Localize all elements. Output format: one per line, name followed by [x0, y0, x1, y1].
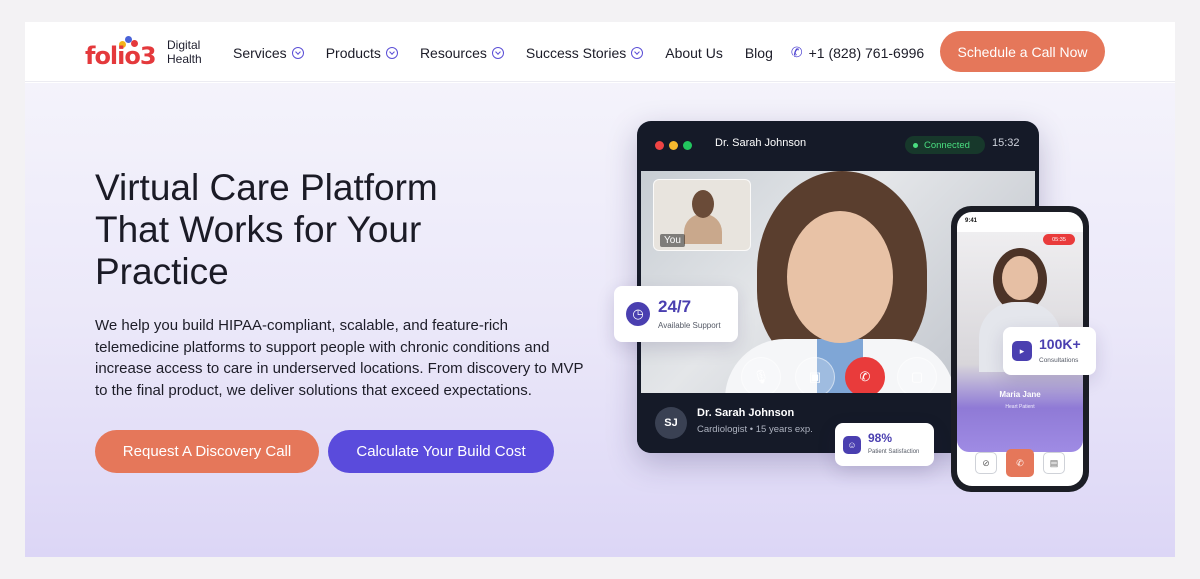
window-minimize-dot-icon: [669, 141, 678, 150]
chevron-down-icon: [385, 46, 398, 59]
hero-description: We help you build HIPAA-compliant, scala…: [95, 317, 584, 399]
window-maximize-dot-icon: [683, 141, 692, 150]
consultations-label: Consultations: [1039, 357, 1079, 364]
nav-item-products[interactable]: Products: [326, 44, 398, 61]
logo-subtitle: Digital Health: [167, 38, 202, 66]
main-nav: Services Products Resources Success Stor…: [233, 44, 924, 61]
support-label: Available Support: [658, 321, 721, 330]
support-value: 24/7: [658, 297, 692, 316]
nav-item-blog[interactable]: Blog: [745, 44, 773, 61]
patient-face: [1002, 256, 1038, 300]
mute-icon: ⊘: [982, 457, 990, 468]
logo-sub-line1: Digital: [167, 38, 201, 52]
chat-icon: ▤: [1049, 457, 1059, 468]
discovery-call-button[interactable]: Request A Discovery Call: [95, 430, 319, 473]
chevron-down-icon: [631, 46, 644, 59]
hero-section: Virtual Care Platform That Works for You…: [25, 83, 1175, 557]
consultations-value: 100K+: [1039, 336, 1081, 352]
footer-doctor-name: Dr. Sarah Johnson: [697, 407, 795, 419]
mic-icon: 🎙: [752, 369, 770, 384]
phone-hangup-icon: ✆: [1016, 457, 1024, 468]
call-timer: 15:32: [992, 137, 1020, 149]
self-head: [692, 190, 714, 218]
support-card: ◷ 24/7 Available Support: [614, 286, 738, 342]
mobile-time: 9:41: [965, 218, 978, 224]
call-doctor-name: Dr. Sarah Johnson: [715, 137, 807, 149]
site-header: folio3 Digital Health Services Products …: [25, 22, 1175, 82]
satisfaction-label: Patient Satisfaction: [868, 449, 920, 455]
patient-role: Heart Patient: [1005, 404, 1035, 410]
nav-item-success-stories[interactable]: Success Stories: [525, 44, 644, 61]
phone-hangup-icon: ✆: [859, 369, 871, 384]
logo-sub-line2: Health: [167, 52, 202, 66]
users-icon: ☺: [843, 436, 861, 454]
mobile-chat-button[interactable]: ▤: [1043, 452, 1065, 474]
hero-title-line3: Practice: [95, 251, 229, 292]
camera-icon: ▣: [808, 369, 822, 384]
nav-label: Success Stories: [525, 44, 627, 61]
consultations-card: ▸ 100K+ Consultations: [1003, 327, 1096, 375]
nav-label: Resources: [419, 44, 487, 61]
recording-badge: 05:35: [1043, 234, 1075, 245]
mobile-mute-button[interactable]: ⊘: [975, 452, 997, 474]
mobile-end-call-button[interactable]: ✆: [1006, 449, 1034, 477]
video-camera-icon: ▸: [1012, 341, 1032, 361]
avatar: SJ: [655, 407, 687, 439]
satisfaction-card: ☺ 98% Patient Satisfaction: [835, 423, 934, 466]
nav-label: About Us: [665, 44, 723, 61]
phone-icon: ✆: [790, 44, 803, 60]
hero-title-line2: That Works for Your: [95, 209, 422, 250]
self-label: You: [660, 234, 685, 247]
doctor-face: [787, 211, 893, 343]
clock-icon: ◷: [626, 302, 650, 326]
nav-label: Products: [325, 44, 381, 61]
nav-item-services[interactable]: Services: [233, 44, 304, 61]
logo-wordmark: folio3: [85, 42, 157, 70]
hero-title-line1: Virtual Care Platform: [95, 167, 438, 208]
self-view: You: [653, 179, 751, 251]
phone-number: +1 (828) 761-6996: [808, 44, 925, 61]
satisfaction-value: 98%: [868, 431, 893, 445]
logo[interactable]: folio3 Digital Health: [85, 36, 215, 72]
end-call-button[interactable]: ✆: [845, 357, 885, 393]
nav-item-about-us[interactable]: About Us: [665, 44, 723, 61]
nav-item-resources[interactable]: Resources: [420, 44, 504, 61]
patient-name: Maria Jane: [999, 390, 1041, 399]
window-close-dot-icon: [655, 141, 664, 150]
phone-link[interactable]: ✆ +1 (828) 761-6996: [791, 44, 924, 61]
self-body: [684, 214, 722, 244]
build-cost-button[interactable]: Calculate Your Build Cost: [328, 430, 554, 473]
camera-button[interactable]: ▣: [795, 357, 835, 393]
screen-icon: ▢: [910, 369, 924, 384]
screen-share-button[interactable]: ▢: [897, 357, 937, 393]
schedule-call-button[interactable]: Schedule a Call Now: [940, 31, 1105, 72]
chevron-down-icon: [291, 46, 304, 59]
connected-badge: Connected: [905, 136, 985, 154]
nav-label: Blog: [744, 44, 773, 61]
footer-doctor-role: Cardiologist • 15 years exp.: [697, 424, 813, 435]
page-frame: folio3 Digital Health Services Products …: [25, 22, 1175, 557]
nav-label: Services: [233, 44, 287, 61]
mic-button[interactable]: 🎙: [741, 357, 781, 393]
chevron-down-icon: [491, 46, 504, 59]
hero-title: Virtual Care Platform That Works for You…: [95, 167, 515, 293]
